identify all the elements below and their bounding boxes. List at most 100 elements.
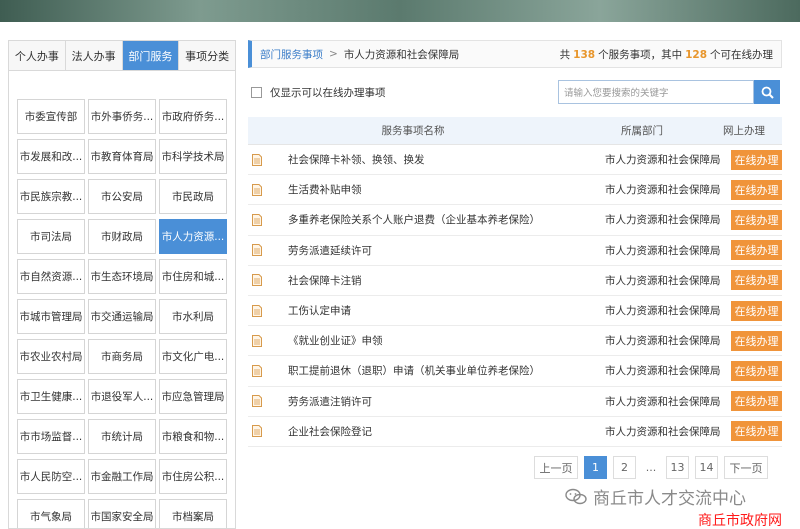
- page-2-button[interactable]: 2: [613, 456, 636, 479]
- department-item[interactable]: 市自然资源...: [17, 259, 85, 294]
- online-handle-button[interactable]: 在线办理: [730, 300, 782, 321]
- search-icon: [761, 86, 774, 99]
- service-name-link[interactable]: 职工提前退休（退职）申请（机关事业单位养老保险）: [288, 363, 572, 378]
- service-name-link[interactable]: 生活费补贴申领: [288, 182, 572, 197]
- right-panel: 部门服务事项 > 市人力资源和社会保障局 共 138 个服务事项，其中 128 个可在线…: [248, 40, 782, 529]
- department-item[interactable]: 市民族宗教...: [17, 179, 85, 214]
- service-department: 市人力资源和社会保障局: [604, 305, 721, 318]
- next-page-button[interactable]: 下一页: [724, 456, 768, 479]
- tab-department-service[interactable]: 部门服务: [122, 41, 180, 70]
- pagination: 上一页 1 2 ... 13 14 下一页: [534, 456, 774, 479]
- page-13-button[interactable]: 13: [666, 456, 689, 479]
- table-row: 多重养老保险关系个人账户退费（企业基本养老保险） 市人力资源和社会保障局 在线办理: [248, 205, 782, 236]
- service-department: 市人力资源和社会保障局: [604, 184, 721, 197]
- table-row: 《就业创业证》申领 市人力资源和社会保障局 在线办理: [248, 326, 782, 357]
- online-handle-button[interactable]: 在线办理: [730, 270, 782, 291]
- tab-legal-person[interactable]: 法人办事: [65, 41, 123, 70]
- department-item[interactable]: 市司法局: [17, 219, 85, 254]
- table-row: 社会保障卡注销 市人力资源和社会保障局 在线办理: [248, 266, 782, 296]
- document-icon: [252, 334, 262, 347]
- department-item[interactable]: 市应急管理局: [159, 379, 227, 414]
- breadcrumb-separator: >: [329, 48, 338, 60]
- department-item[interactable]: 市统计局: [88, 419, 156, 454]
- online-handle-button[interactable]: 在线办理: [730, 240, 782, 261]
- left-panel: 个人办事 法人办事 部门服务 事项分类 市委宣传部 市外事侨务... 市政府侨务..…: [8, 40, 236, 529]
- service-name-link[interactable]: 多重养老保险关系个人账户退费（企业基本养老保险）: [288, 212, 572, 227]
- site-watermark: 商丘市政府网: [698, 513, 782, 529]
- document-icon: [252, 183, 262, 196]
- service-name-link[interactable]: 社会保障卡注销: [288, 273, 572, 288]
- department-item[interactable]: 市文化广电...: [159, 339, 227, 374]
- page-1-button[interactable]: 1: [584, 456, 607, 479]
- online-handle-button[interactable]: 在线办理: [730, 391, 782, 412]
- search-input[interactable]: 请输入您要搜索的关键字: [558, 80, 754, 104]
- department-item[interactable]: 市发展和改...: [17, 139, 85, 174]
- department-item[interactable]: 市卫生健康...: [17, 379, 85, 414]
- department-grid: 市委宣传部 市外事侨务... 市政府侨务... 市发展和改... 市教育体育局 市科学技术…: [17, 99, 229, 528]
- online-handle-button[interactable]: 在线办理: [730, 360, 782, 381]
- document-icon: [252, 364, 262, 377]
- wechat-watermark-text: 商丘市人才交流中心: [593, 489, 746, 509]
- document-icon: [252, 304, 262, 317]
- department-item[interactable]: 市政府侨务...: [159, 99, 227, 134]
- department-item[interactable]: 市水利局: [159, 299, 227, 334]
- document-icon: [252, 213, 262, 226]
- wechat-icon: [565, 488, 587, 506]
- tab-item-category[interactable]: 事项分类: [179, 41, 235, 70]
- department-item[interactable]: 市粮食和物...: [159, 419, 227, 454]
- search-button[interactable]: [754, 80, 780, 104]
- department-item[interactable]: 市退役军人...: [88, 379, 156, 414]
- online-handle-button[interactable]: 在线办理: [730, 179, 782, 200]
- department-item[interactable]: 市农业农村局: [17, 339, 85, 374]
- header-department: 所属部门: [621, 125, 663, 137]
- department-item[interactable]: 市市场监督...: [17, 419, 85, 454]
- breadcrumb-root-link[interactable]: 部门服务事项: [260, 47, 323, 62]
- category-tabs: 个人办事 法人办事 部门服务 事项分类: [9, 41, 235, 71]
- header-service-name: 服务事项名称: [381, 125, 445, 137]
- department-item[interactable]: 市科学技术局: [159, 139, 227, 174]
- department-item[interactable]: 市国家安全局: [88, 499, 156, 528]
- department-item[interactable]: 市住房公积...: [159, 459, 227, 494]
- department-item[interactable]: 市公安局: [88, 179, 156, 214]
- department-item[interactable]: 市气象局: [17, 499, 85, 528]
- service-department: 市人力资源和社会保障局: [604, 425, 721, 438]
- online-handle-button[interactable]: 在线办理: [730, 421, 782, 442]
- document-icon: [252, 244, 262, 257]
- service-name-link[interactable]: 《就业创业证》申领: [288, 333, 572, 348]
- department-item[interactable]: 市财政局: [88, 219, 156, 254]
- service-name-link[interactable]: 劳务派遣注销许可: [288, 394, 572, 409]
- service-department: 市人力资源和社会保障局: [604, 214, 721, 227]
- service-name-link[interactable]: 社会保障卡补领、换领、换发: [288, 152, 572, 167]
- filter-row: 仅显示可以在线办理事项 请输入您要搜索的关键字: [248, 80, 782, 104]
- department-item[interactable]: 市城市管理局: [17, 299, 85, 334]
- prev-page-button[interactable]: 上一页: [534, 456, 578, 479]
- service-name-link[interactable]: 劳务派遣延续许可: [288, 243, 572, 258]
- table-header: 服务事项名称 所属部门 网上办理: [248, 117, 782, 145]
- table-row: 工伤认定申请 市人力资源和社会保障局 在线办理: [248, 296, 782, 327]
- table-row: 社会保障卡补领、换领、换发 市人力资源和社会保障局 在线办理: [248, 145, 782, 176]
- department-item[interactable]: 市委宣传部: [17, 99, 85, 134]
- service-name-link[interactable]: 工伤认定申请: [288, 303, 572, 318]
- department-item[interactable]: 市教育体育局: [88, 139, 156, 174]
- page-14-button[interactable]: 14: [695, 456, 718, 479]
- tab-personal[interactable]: 个人办事: [9, 41, 66, 70]
- service-name-link[interactable]: 企业社会保险登记: [288, 424, 572, 439]
- department-item[interactable]: 市人力资源...: [159, 219, 227, 254]
- department-item[interactable]: 市住房和城...: [159, 259, 227, 294]
- online-only-checkbox[interactable]: [251, 86, 262, 98]
- online-handle-button[interactable]: 在线办理: [730, 209, 782, 230]
- online-handle-button[interactable]: 在线办理: [730, 330, 782, 351]
- department-item[interactable]: 市金融工作局: [88, 459, 156, 494]
- department-item[interactable]: 市档案局: [159, 499, 227, 528]
- department-item[interactable]: 市交通运输局: [88, 299, 156, 334]
- department-item[interactable]: 市生态环境局: [88, 259, 156, 294]
- service-department: 市人力资源和社会保障局: [604, 335, 721, 348]
- breadcrumb-current: 市人力资源和社会保障局: [343, 48, 460, 61]
- online-handle-button[interactable]: 在线办理: [730, 149, 782, 170]
- department-item[interactable]: 市人民防空...: [17, 459, 85, 494]
- stats-middle: 个服务事项，其中: [598, 48, 683, 61]
- stats-prefix: 共: [559, 48, 571, 61]
- department-item[interactable]: 市民政局: [159, 179, 227, 214]
- department-item[interactable]: 市商务局: [88, 339, 156, 374]
- department-item[interactable]: 市外事侨务...: [88, 99, 156, 134]
